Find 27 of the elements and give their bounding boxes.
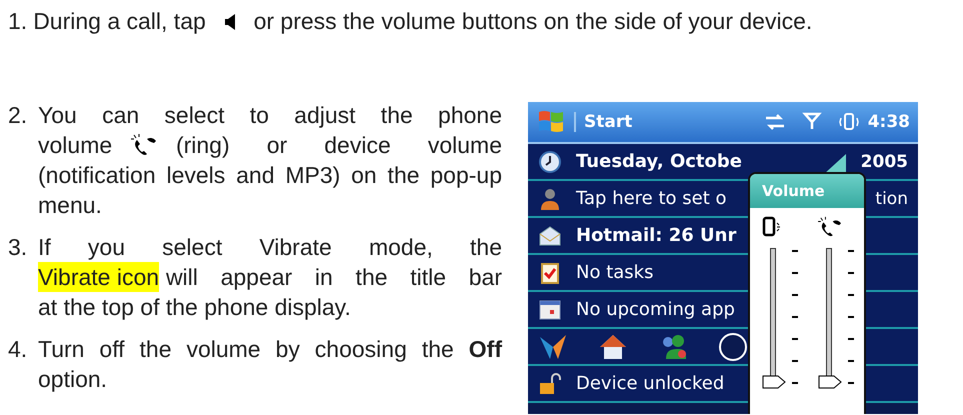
popup-title: Volume (750, 174, 864, 208)
step-text: If you select Vibrate mode, the (38, 233, 502, 262)
today-item[interactable]: Tuesday, Octobe 2005 (528, 144, 918, 181)
item-text: Hotmail: 26 Unr (576, 225, 736, 246)
step-number: 3. (8, 233, 28, 262)
item-text: No upcoming app (576, 299, 735, 320)
step-text: will appear in the title bar (166, 263, 502, 292)
step-text: at the top of the phone display. (38, 293, 352, 322)
step-text: You can select to adjust the phone (38, 101, 502, 130)
step-text: (ring) or device volume (176, 131, 502, 160)
step-number: 1. (8, 8, 28, 35)
start-menu[interactable]: Start (574, 112, 632, 132)
step-text: volume (38, 131, 112, 160)
step-text: (notification levels and MP3) on the pop-up menu. (38, 161, 502, 220)
step-text: Turn off the volume by choosing the Off option. (38, 335, 502, 394)
step-text: or press the volume buttons on the side of your device. (254, 8, 812, 35)
item-text: No tasks (576, 262, 654, 283)
clock-time: 4:38 (868, 112, 910, 132)
step-number: 2. (8, 101, 28, 130)
item-text: Tuesday, Octobe (576, 151, 742, 172)
step-number: 4. (8, 335, 28, 364)
item-text: Device unlocked (576, 373, 724, 394)
item-text: tion (875, 188, 908, 208)
highlighted-text: Vibrate icon (38, 262, 160, 292)
item-text: Tap here to set o (576, 188, 727, 209)
step-text: During a call, tap (33, 8, 206, 35)
item-text: 2005 (860, 152, 908, 172)
